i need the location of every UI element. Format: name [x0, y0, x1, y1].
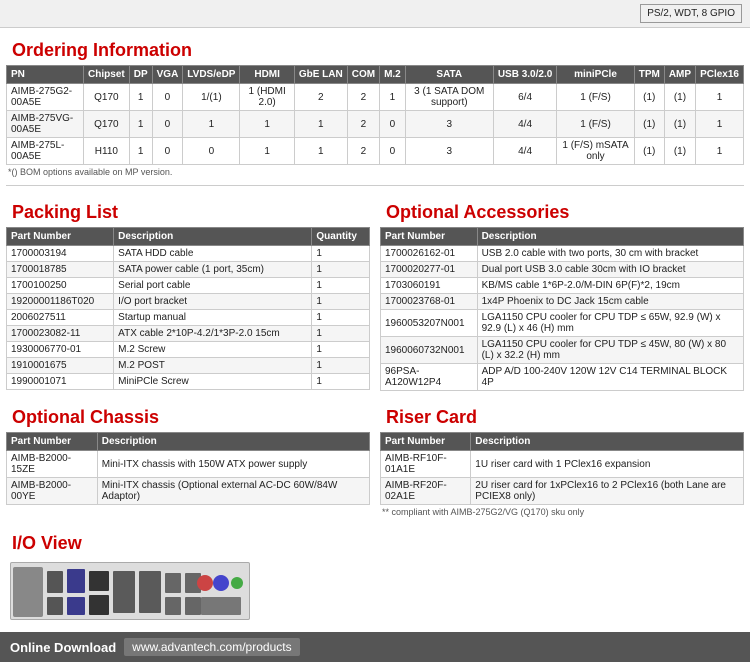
packing-table: Part Number Description Quantity 1700003… — [6, 227, 370, 390]
chassis-col-desc: Description — [97, 433, 369, 451]
table-row: 1700018785SATA power cable (1 port, 35cm… — [7, 262, 370, 278]
packing-title: Packing List — [6, 202, 370, 223]
download-url[interactable]: www.advantech.com/products — [124, 638, 299, 656]
online-download-label: Online Download — [10, 640, 116, 655]
table-row: 1910001675M.2 POST1 — [7, 358, 370, 374]
packing-col-desc: Description — [114, 228, 312, 246]
io-section: I/O View — [0, 521, 750, 624]
accessories-table: Part Number Description 1700026162-01USB… — [380, 227, 744, 391]
table-row: 1700023768-011x4P Phoenix to DC Jack 15c… — [381, 294, 744, 310]
io-ports-display — [6, 558, 744, 624]
table-row: AIMB-RF20F-02A1E2U riser card for 1xPCle… — [381, 478, 744, 505]
ordering-col-usb: USB 3.0/2.0 — [493, 66, 556, 84]
ordering-table: PN Chipset DP VGA LVDS/eDP HDMI GbE LAN … — [6, 65, 744, 165]
table-row: 1990001071MiniPCle Screw1 — [7, 374, 370, 390]
divider-1 — [6, 185, 744, 186]
ordering-title: Ordering Information — [6, 40, 744, 61]
ordering-col-m2: M.2 — [380, 66, 406, 84]
table-row: AIMB-B2000-00YEMini-ITX chassis (Optiona… — [7, 478, 370, 505]
riser-col: Riser Card Part Number Description AIMB-… — [380, 399, 744, 517]
io-title: I/O View — [6, 533, 744, 554]
table-row: AIMB-275L-00A5EH110100112034/41 (F/S) mS… — [7, 138, 744, 165]
bom-note: *() BOM options available on MP version. — [6, 167, 744, 177]
table-row: 1700023082-11ATX cable 2*10P-4.2/1*3P-2.… — [7, 326, 370, 342]
table-row: 96PSA-A120W12P4ADP A/D 100-240V 120W 12V… — [381, 364, 744, 391]
chassis-col-partnum: Part Number — [7, 433, 98, 451]
ordering-col-com: COM — [347, 66, 379, 84]
riser-note: ** compliant with AIMB-275G2/VG (Q170) s… — [380, 507, 744, 517]
ordering-col-sata: SATA — [405, 66, 493, 84]
table-row: 1960053207N001LGA1150 CPU cooler for CPU… — [381, 310, 744, 337]
ordering-col-tpm: TPM — [634, 66, 664, 84]
table-row: 1930006770-01M.2 Screw1 — [7, 342, 370, 358]
packing-accessories-row: Packing List Part Number Description Qua… — [0, 190, 750, 395]
table-row: AIMB-275VG-00A5EQ170101112034/41 (F/S)(1… — [7, 111, 744, 138]
table-row: 1960060732N001LGA1150 CPU cooler for CPU… — [381, 337, 744, 364]
table-row: AIMB-275G2-00A5EQ170101/(1)1 (HDMI 2.0)2… — [7, 84, 744, 111]
chassis-col: Optional Chassis Part Number Description… — [6, 399, 370, 517]
chassis-table: Part Number Description AIMB-B2000-15ZEM… — [6, 432, 370, 505]
table-row: 2006027511Startup manual1 — [7, 310, 370, 326]
table-row: 1703060191KB/MS cable 1*6P-2.0/M-DIN 6P(… — [381, 278, 744, 294]
ordering-col-minipcie: miniPCle — [557, 66, 634, 84]
ordering-col-hdmi: HDMI — [240, 66, 294, 84]
riser-table: Part Number Description AIMB-RF10F-01A1E… — [380, 432, 744, 505]
chassis-riser-row: Optional Chassis Part Number Description… — [0, 395, 750, 521]
ordering-section: Ordering Information PN Chipset DP VGA L… — [0, 28, 750, 181]
riser-col-partnum: Part Number — [381, 433, 471, 451]
ordering-col-gbe: GbE LAN — [294, 66, 347, 84]
acc-col-partnum: Part Number — [381, 228, 478, 246]
riser-col-desc: Description — [471, 433, 744, 451]
ordering-col-pcle: PClex16 — [696, 66, 744, 84]
packing-col: Packing List Part Number Description Qua… — [6, 194, 370, 391]
acc-col-desc: Description — [477, 228, 743, 246]
ps2-spec: PS/2, WDT, 8 GPIO — [640, 4, 742, 23]
table-row: AIMB-B2000-15ZEMini-ITX chassis with 150… — [7, 451, 370, 478]
packing-col-partnum: Part Number — [7, 228, 114, 246]
packing-col-qty: Quantity — [312, 228, 370, 246]
ordering-col-vga: VGA — [152, 66, 183, 84]
riser-title: Riser Card — [380, 407, 744, 428]
ordering-col-pn: PN — [7, 66, 84, 84]
bottom-bar: Online Download www.advantech.com/produc… — [0, 632, 750, 662]
table-row: AIMB-RF10F-01A1E1U riser card with 1 PCl… — [381, 451, 744, 478]
ordering-col-lvds: LVDS/eDP — [183, 66, 240, 84]
chassis-title: Optional Chassis — [6, 407, 370, 428]
table-row: 1700003194SATA HDD cable1 — [7, 246, 370, 262]
table-row: 19200001186T020I/O port bracket1 — [7, 294, 370, 310]
accessories-title: Optional Accessories — [380, 202, 744, 223]
table-row: 1700100250Serial port cable1 — [7, 278, 370, 294]
io-diagram — [10, 562, 250, 620]
top-bar: PS/2, WDT, 8 GPIO — [0, 0, 750, 28]
table-row: 1700020277-01Dual port USB 3.0 cable 30c… — [381, 262, 744, 278]
table-row: 1700026162-01USB 2.0 cable with two port… — [381, 246, 744, 262]
ordering-col-dp: DP — [129, 66, 152, 84]
ordering-col-chipset: Chipset — [84, 66, 130, 84]
accessories-col: Optional Accessories Part Number Descrip… — [380, 194, 744, 391]
ordering-col-amp: AMP — [664, 66, 695, 84]
